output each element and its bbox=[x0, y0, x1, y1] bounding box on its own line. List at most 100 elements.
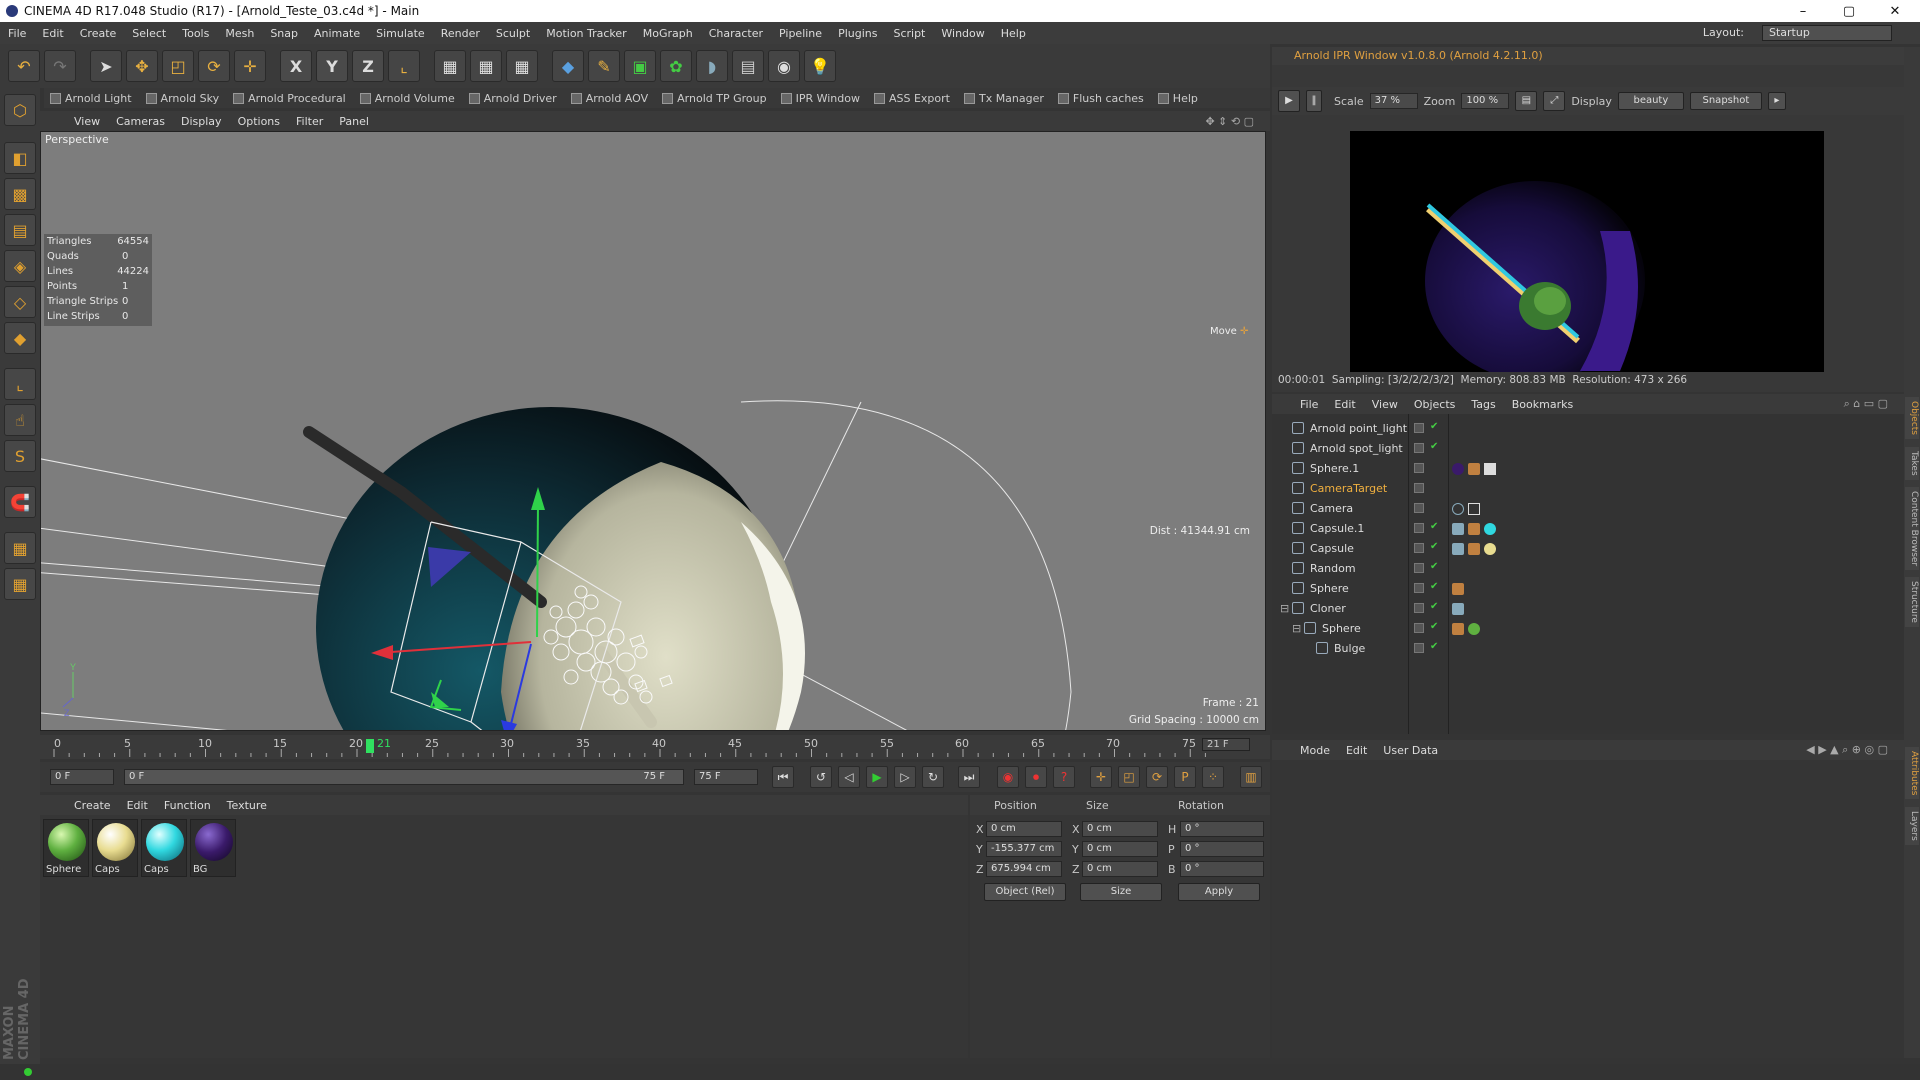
material-swatch[interactable]: Caps bbox=[92, 819, 138, 877]
arnold-tag-icon[interactable] bbox=[1468, 523, 1480, 535]
cube-icon[interactable]: ◆ bbox=[552, 50, 584, 82]
layer-toggle[interactable] bbox=[1414, 503, 1424, 513]
previous-frame-icon[interactable]: ◁ bbox=[838, 766, 860, 788]
ipr-render-preview[interactable] bbox=[1350, 131, 1824, 372]
timeline-window-icon[interactable]: ▥ bbox=[1240, 766, 1262, 788]
start-frame-field[interactable]: 0 F bbox=[50, 769, 114, 785]
model-mode-icon[interactable]: ◧ bbox=[4, 142, 36, 174]
plugin-arnold-tp-group[interactable]: Arnold TP Group bbox=[656, 89, 772, 107]
plugin-tx-manager[interactable]: Tx Manager bbox=[958, 89, 1050, 107]
tab-takes[interactable]: Takes bbox=[1905, 447, 1919, 480]
layer-toggle[interactable] bbox=[1414, 483, 1424, 493]
ipr-crop-icon[interactable]: ⤢ bbox=[1543, 91, 1566, 111]
vp-menu-filter[interactable]: Filter bbox=[288, 115, 331, 128]
current-frame-field[interactable]: 21 F bbox=[1202, 738, 1250, 751]
edges-mode-icon[interactable]: ◇ bbox=[4, 286, 36, 318]
object-row[interactable]: CameraTarget bbox=[1272, 478, 1904, 498]
light-icon[interactable]: 💡 bbox=[804, 50, 836, 82]
plugin-ipr-window[interactable]: IPR Window bbox=[775, 89, 866, 107]
menu-select[interactable]: Select bbox=[124, 27, 174, 40]
layout-select[interactable]: Startup bbox=[1762, 25, 1892, 41]
play-icon[interactable]: ▶ bbox=[866, 766, 888, 788]
arnold-tag-icon[interactable] bbox=[1468, 543, 1480, 555]
size-z-field[interactable]: 0 cm bbox=[1082, 861, 1158, 877]
mat-menu-create[interactable]: Create bbox=[66, 799, 119, 812]
obj-menu-objects[interactable]: Objects bbox=[1406, 398, 1464, 411]
plugin-arnold-procedural[interactable]: Arnold Procedural bbox=[227, 89, 352, 107]
layer-toggle[interactable] bbox=[1414, 623, 1424, 633]
arnold-tag-icon[interactable] bbox=[1452, 603, 1464, 615]
arnold-tag-icon[interactable] bbox=[1452, 523, 1464, 535]
plugin-arnold-sky[interactable]: Arnold Sky bbox=[140, 89, 226, 107]
tab-attributes[interactable]: Attributes bbox=[1905, 747, 1919, 800]
vp-menu-options[interactable]: Options bbox=[230, 115, 288, 128]
ipr-more-icon[interactable]: ▸ bbox=[1767, 92, 1786, 110]
object-row[interactable]: Camera bbox=[1272, 498, 1904, 518]
vp-menu-cameras[interactable]: Cameras bbox=[108, 115, 173, 128]
viewport-nav-icons[interactable]: ✥ ⇕ ⟲ ▢ bbox=[1197, 115, 1262, 128]
plugin-arnold-light[interactable]: Arnold Light bbox=[44, 89, 138, 107]
layer-toggle[interactable] bbox=[1414, 423, 1424, 433]
size-y-field[interactable]: 0 cm bbox=[1082, 841, 1158, 857]
material-swatch[interactable]: BG bbox=[190, 819, 236, 877]
maximize-button[interactable]: ▢ bbox=[1826, 0, 1872, 22]
object-row[interactable]: Sphere.1 bbox=[1272, 458, 1904, 478]
obj-menu-file[interactable]: File bbox=[1292, 398, 1326, 411]
minimize-button[interactable]: – bbox=[1780, 0, 1826, 22]
obj-menu-bookmarks[interactable]: Bookmarks bbox=[1504, 398, 1581, 411]
menu-motion-tracker[interactable]: Motion Tracker bbox=[538, 27, 634, 40]
layer-toggle[interactable] bbox=[1414, 523, 1424, 533]
polygons-mode-icon[interactable]: ◆ bbox=[4, 322, 36, 354]
menu-mograph[interactable]: MoGraph bbox=[635, 27, 701, 40]
plugin-arnold-aov[interactable]: Arnold AOV bbox=[565, 89, 654, 107]
next-key-icon[interactable]: ↻ bbox=[922, 766, 944, 788]
move-tool-icon[interactable]: ✥ bbox=[126, 50, 158, 82]
attr-nav-icons[interactable]: ◀ ▶ ▲ ⌕ ⊕ ◎ ▢ bbox=[1798, 743, 1896, 757]
ipr-display-select[interactable]: beauty bbox=[1617, 92, 1684, 110]
material-tag-icon[interactable] bbox=[1468, 623, 1480, 635]
points-mode-icon[interactable]: ◈ bbox=[4, 250, 36, 282]
rotation-p-field[interactable]: 0 ° bbox=[1180, 841, 1264, 857]
go-to-start-icon[interactable]: ⏮ bbox=[772, 766, 794, 788]
planar-workplane-icon[interactable]: ▦ bbox=[4, 568, 36, 600]
scale-tool-icon[interactable]: ◰ bbox=[162, 50, 194, 82]
locked-workplane-icon[interactable]: ▦ bbox=[4, 532, 36, 564]
menu-help[interactable]: Help bbox=[993, 27, 1034, 40]
menu-create[interactable]: Create bbox=[72, 27, 125, 40]
keyframe-selection-icon[interactable]: ? bbox=[1053, 766, 1075, 788]
autokey-icon[interactable]: ⏺ bbox=[1025, 766, 1047, 788]
arnold-tag-icon[interactable] bbox=[1452, 543, 1464, 555]
attr-menu-mode[interactable]: Mode bbox=[1292, 744, 1338, 757]
menu-snap[interactable]: Snap bbox=[262, 27, 306, 40]
rotation-b-field[interactable]: 0 ° bbox=[1180, 861, 1264, 877]
object-row[interactable]: ⊟ Sphere bbox=[1272, 618, 1904, 638]
target-tag-icon[interactable] bbox=[1452, 503, 1464, 515]
tweak-mode-icon[interactable]: ☝ bbox=[4, 404, 36, 436]
make-editable-icon[interactable]: ⬡ bbox=[4, 94, 36, 126]
record-position-icon[interactable]: ✛ bbox=[1090, 766, 1112, 788]
ipr-snapshot-button[interactable]: Snapshot bbox=[1689, 92, 1762, 110]
enabled-check-icon[interactable]: ✔ bbox=[1430, 521, 1438, 532]
axis-mode-icon[interactable]: ⌞ bbox=[4, 368, 36, 400]
mat-menu-edit[interactable]: Edit bbox=[119, 799, 156, 812]
coordinate-mode-select[interactable]: Object (Rel) bbox=[984, 883, 1066, 901]
layer-toggle[interactable] bbox=[1414, 543, 1424, 553]
menu-window[interactable]: Window bbox=[933, 27, 992, 40]
mat-menu-function[interactable]: Function bbox=[156, 799, 219, 812]
enabled-check-icon[interactable]: ✔ bbox=[1430, 621, 1438, 632]
x-axis-icon[interactable]: X bbox=[280, 50, 312, 82]
obj-menu-view[interactable]: View bbox=[1364, 398, 1406, 411]
material-tag-icon[interactable] bbox=[1484, 543, 1496, 555]
undo-icon[interactable]: ↶ bbox=[8, 50, 40, 82]
obj-menu-tags[interactable]: Tags bbox=[1463, 398, 1503, 411]
ipr-zoom-field[interactable]: 100 % bbox=[1461, 93, 1510, 109]
obj-menu-edit[interactable]: Edit bbox=[1326, 398, 1363, 411]
layer-toggle[interactable] bbox=[1414, 643, 1424, 653]
plugin-arnold-driver[interactable]: Arnold Driver bbox=[463, 89, 563, 107]
layer-toggle[interactable] bbox=[1414, 583, 1424, 593]
menu-plugins[interactable]: Plugins bbox=[830, 27, 885, 40]
menu-render[interactable]: Render bbox=[433, 27, 488, 40]
plugin-flush-caches[interactable]: Flush caches bbox=[1052, 89, 1150, 107]
coordinate-system-icon[interactable]: ⌞ bbox=[388, 50, 420, 82]
record-parameter-icon[interactable]: P bbox=[1174, 766, 1196, 788]
